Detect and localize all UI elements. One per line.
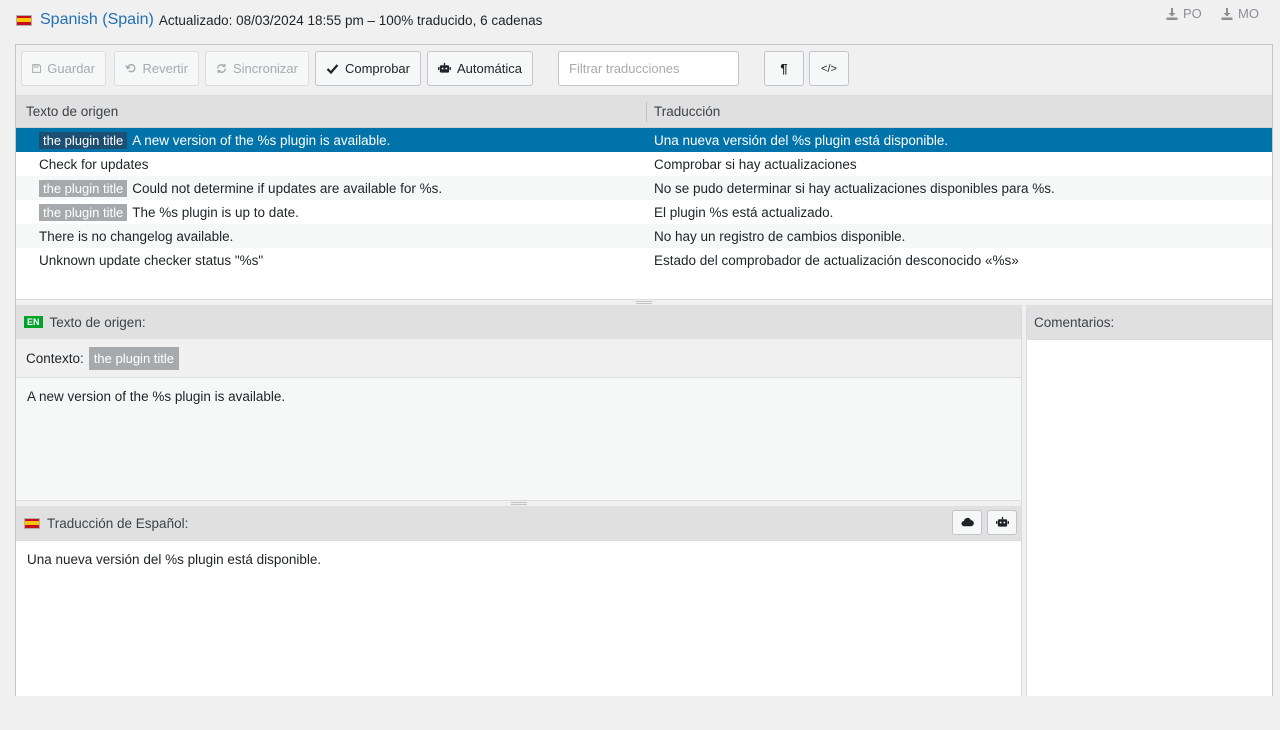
row-translation: Comprobar si hay actualizaciones — [654, 156, 857, 172]
robot-icon — [438, 62, 451, 73]
row-source: the plugin title Could not determine if … — [39, 179, 443, 197]
language-link[interactable]: Spanish (Spain) — [40, 11, 154, 29]
table-row[interactable]: Unknown update checker status "%s" Estad… — [16, 248, 1272, 272]
translation-editor-title: Traducción de Español: — [47, 515, 189, 531]
save-button[interactable]: Guardar — [21, 51, 106, 86]
auto-label: Automática — [456, 61, 522, 76]
row-translation: No hay un registro de cambios disponible… — [654, 228, 906, 244]
cloud-icon — [961, 517, 974, 527]
row-source: There is no changelog available. — [39, 229, 233, 244]
source-text: Unknown update checker status "%s" — [39, 252, 264, 268]
cloud-suggest-button[interactable] — [952, 510, 982, 535]
context-badge: the plugin title — [88, 346, 180, 370]
table-row[interactable]: Check for updates Comprobar si hay actua… — [16, 152, 1272, 176]
source-text: Could not determine if updates are avail… — [132, 180, 443, 196]
context-badge: the plugin title — [39, 179, 128, 197]
column-translation-header[interactable]: Traducción — [654, 104, 720, 119]
row-translation: Una nueva versión del %s plugin está dis… — [654, 132, 949, 148]
source-editor-title: Texto de origen: — [49, 314, 146, 330]
comments-header: Comentarios: — [1027, 305, 1272, 339]
refresh-icon — [217, 63, 226, 74]
download-icon — [1221, 7, 1233, 20]
table-row[interactable]: the plugin title Could not determine if … — [16, 176, 1272, 200]
revert-label: Revertir — [142, 61, 188, 76]
sync-button[interactable]: Sincronizar — [205, 51, 309, 86]
checkmark-icon — [326, 64, 339, 75]
robot-icon — [995, 516, 1009, 527]
context-badge: the plugin title — [39, 131, 128, 149]
download-po-label: PO — [1183, 6, 1202, 21]
grip-icon — [510, 502, 527, 505]
comments-title: Comentarios: — [1034, 314, 1115, 330]
row-source: Unknown update checker status "%s" — [39, 253, 263, 268]
row-source: the plugin title The %s plugin is up to … — [39, 203, 299, 221]
grip-icon — [636, 301, 652, 304]
editor-panel: Guardar Revertir Sincronizar Comprobar A… — [15, 44, 1273, 696]
source-text: A new version of the %s plugin is availa… — [132, 132, 391, 148]
auto-translate-string-button[interactable] — [987, 510, 1017, 535]
column-source-header[interactable]: Texto de origen — [26, 104, 118, 119]
source-text-view: A new version of the %s plugin is availa… — [16, 377, 1021, 500]
context-badge: the plugin title — [39, 203, 128, 221]
table-row[interactable]: the plugin title A new version of the %s… — [16, 128, 1272, 152]
row-source: the plugin title A new version of the %s… — [39, 131, 391, 149]
download-mo-link[interactable]: MO — [1221, 6, 1259, 21]
invisibles-toggle-button[interactable]: ¶ — [764, 51, 804, 86]
table-row[interactable]: the plugin title The %s plugin is up to … — [16, 200, 1272, 224]
context-row: Contexto: the plugin title — [16, 339, 1021, 377]
undo-icon — [125, 63, 136, 73]
filter-input[interactable] — [558, 51, 739, 86]
floppy-icon — [32, 64, 42, 73]
comments-textarea[interactable] — [1027, 339, 1272, 696]
row-source: Check for updates — [39, 157, 149, 172]
download-mo-label: MO — [1238, 6, 1259, 21]
strings-table-header: Texto de origen Traducción — [16, 96, 1272, 128]
source-text: There is no changelog available. — [39, 228, 234, 244]
code-view-toggle-button[interactable]: </> — [809, 51, 849, 86]
table-row[interactable]: There is no changelog available. No hay … — [16, 224, 1272, 248]
pilcrow-icon: ¶ — [780, 61, 788, 76]
row-translation: No se pudo determinar si hay actualizaci… — [654, 180, 1055, 196]
download-po-link[interactable]: PO — [1166, 6, 1202, 21]
check-label: Comprobar — [344, 61, 410, 76]
context-label: Contexto: — [26, 350, 84, 366]
spain-flag-icon — [16, 14, 32, 26]
header-meta: Actualizado: 08/03/2024 18:55 pm – 100% … — [158, 12, 543, 28]
strings-list: the plugin title A new version of the %s… — [16, 128, 1272, 272]
spain-flag-icon — [24, 517, 40, 529]
sync-label: Sincronizar — [232, 61, 298, 76]
auto-translate-button[interactable]: Automática — [427, 51, 533, 86]
translation-editor-header: Traducción de Español: — [16, 506, 1021, 540]
source-editor-header: EN Texto de origen: — [16, 305, 1021, 339]
toolbar: Guardar Revertir Sincronizar Comprobar A… — [16, 45, 1272, 96]
row-translation: El plugin %s está actualizado. — [654, 204, 834, 220]
save-label: Guardar — [47, 61, 95, 76]
translation-textarea[interactable]: Una nueva versión del %s plugin está dis… — [16, 540, 1021, 696]
source-text: Check for updates — [39, 156, 149, 172]
column-resize-handle[interactable] — [646, 102, 647, 122]
check-button[interactable]: Comprobar — [315, 51, 421, 86]
source-text: The %s plugin is up to date. — [132, 204, 299, 220]
code-icon: </> — [821, 62, 837, 75]
revert-button[interactable]: Revertir — [114, 51, 199, 86]
source-language-badge: EN — [24, 316, 43, 328]
editor-header: Spanish (Spain) Actualizado: 08/03/2024 … — [16, 8, 1272, 32]
row-translation: Estado del comprobador de actualización … — [654, 252, 1019, 268]
download-icon — [1166, 7, 1178, 20]
